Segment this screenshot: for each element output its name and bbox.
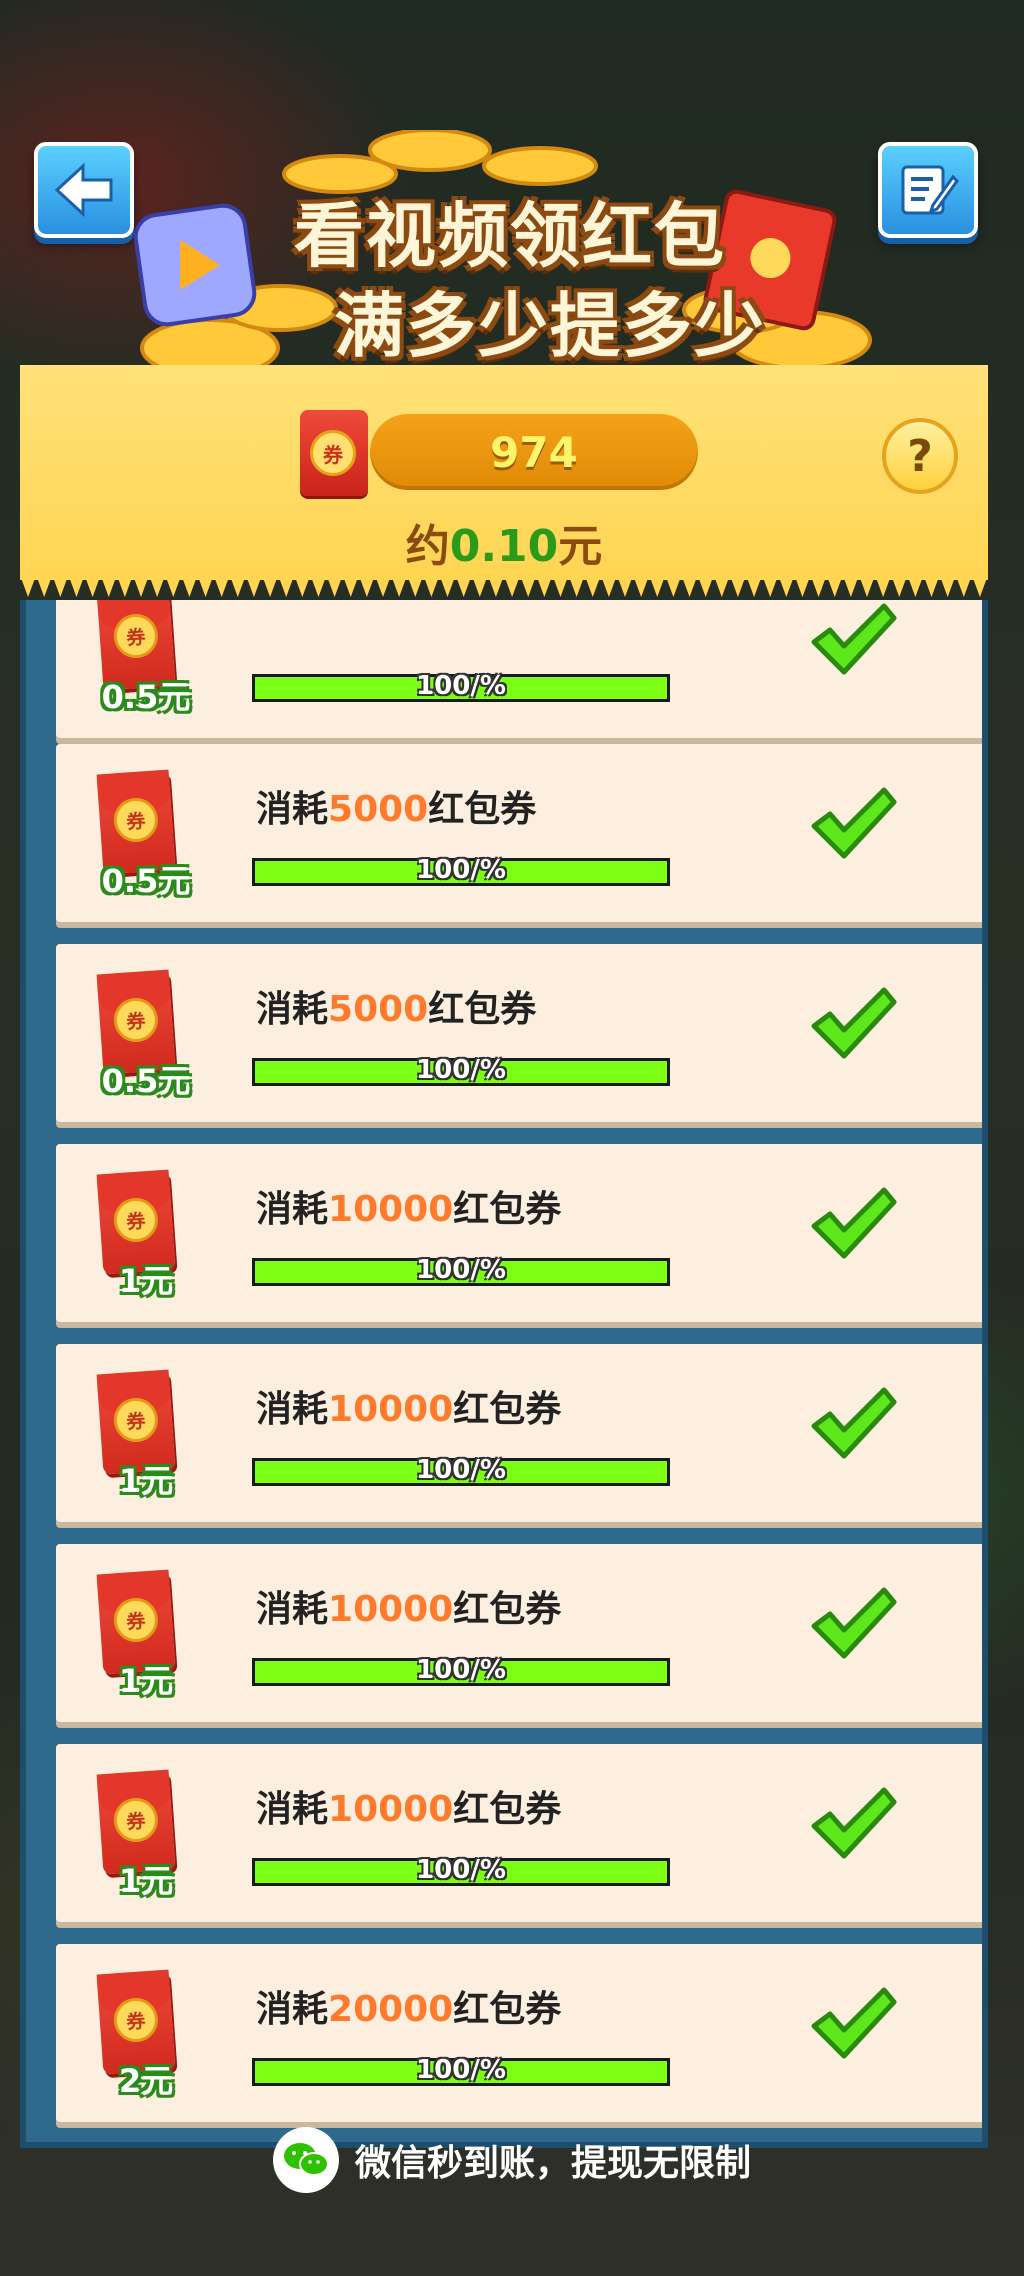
reward-amount: 0.5元 [101,1062,191,1100]
check-icon [811,1387,897,1459]
cost-label: 消耗20000红包券 [256,1989,562,2030]
reward-row[interactable]: 券 0.5元 消耗5000红包券 100/% [56,944,982,1122]
arrow-left-icon [54,162,113,218]
check-icon [811,987,897,1059]
panel-zigzag [20,575,988,597]
title-line-2: 满多少提多少 [334,285,766,367]
progress-text: 100/% [416,2055,506,2085]
help-button[interactable]: ? [882,418,958,494]
check-icon [811,1787,897,1859]
reward-row[interactable]: 券 1元 消耗10000红包券 100/% [56,1144,982,1322]
progress-bar: 100/% [252,1855,670,1886]
cost-label: 消耗10000红包券 [256,1589,562,1630]
progress-bar: 100/% [252,1655,670,1686]
title-line-1: 看视频领红包 [294,195,726,277]
progress-bar: 100/% [252,671,670,702]
progress-bar: 100/% [252,855,670,886]
cost-label: 消耗10000红包券 [256,1189,562,1230]
progress-bar: 100/% [252,1455,670,1486]
reward-row[interactable]: 券 2元 消耗20000红包券 100/% [56,1944,982,2122]
approx-value: 约0.10元 [405,521,603,572]
check-icon [811,603,897,675]
progress-text: 100/% [416,1255,506,1285]
edit-icon [901,165,959,215]
progress-text: 100/% [416,1655,506,1685]
progress-text: 100/% [416,1055,506,1085]
reward-amount: 2元 [118,2062,174,2100]
footer-text: 微信秒到账，提现无限制 [354,2143,751,2184]
cost-label: 消耗5000红包券 [256,789,537,830]
reward-amount: 1元 [118,1662,174,1700]
wechat-icon [272,2127,339,2193]
reward-amount: 1元 [118,1862,174,1900]
check-icon [811,1187,897,1259]
check-icon [811,1587,897,1659]
reward-row[interactable]: 券 1元 消耗10000红包券 100/% [56,1744,982,1922]
progress-text: 100/% [416,671,506,701]
reward-list[interactable]: 券 0.5元 100/% 券 0.5元 消耗5000红包券 100/% 券 0.5元 消耗5000… [20,600,988,2148]
header-banner: 看视频领红包 满多少提多少 [120,130,900,390]
reward-amount: 1元 [118,1462,174,1500]
reward-row[interactable]: 券 1元 消耗10000红包券 100/% [56,1344,982,1522]
progress-text: 100/% [416,855,506,885]
reward-amount: 0.5元 [101,678,191,716]
progress-text: 100/% [416,1855,506,1885]
reward-amount: 1元 [118,1262,174,1300]
reward-row[interactable]: 券 1元 消耗10000红包券 100/% [56,1544,982,1722]
progress-text: 100/% [416,1455,506,1485]
progress-bar: 100/% [252,1255,670,1286]
cost-label: 消耗10000红包券 [256,1389,562,1430]
cost-label: 消耗10000红包券 [256,1789,562,1830]
back-button[interactable] [34,142,134,238]
progress-bar: 100/% [252,2055,670,2086]
ticket-icon: 券 [300,410,368,496]
ticket-count: 974 [370,414,698,490]
cost-label: 消耗5000红包券 [256,989,537,1030]
footer: 微信秒到账，提现无限制 [0,2100,1024,2220]
check-icon [811,1987,897,2059]
reward-row[interactable]: 券 0.5元 消耗5000红包券 100/% [56,744,982,922]
reward-amount: 0.5元 [101,862,191,900]
check-icon [811,787,897,859]
reward-row[interactable]: 券 0.5元 100/% [56,600,982,738]
progress-bar: 100/% [252,1055,670,1086]
